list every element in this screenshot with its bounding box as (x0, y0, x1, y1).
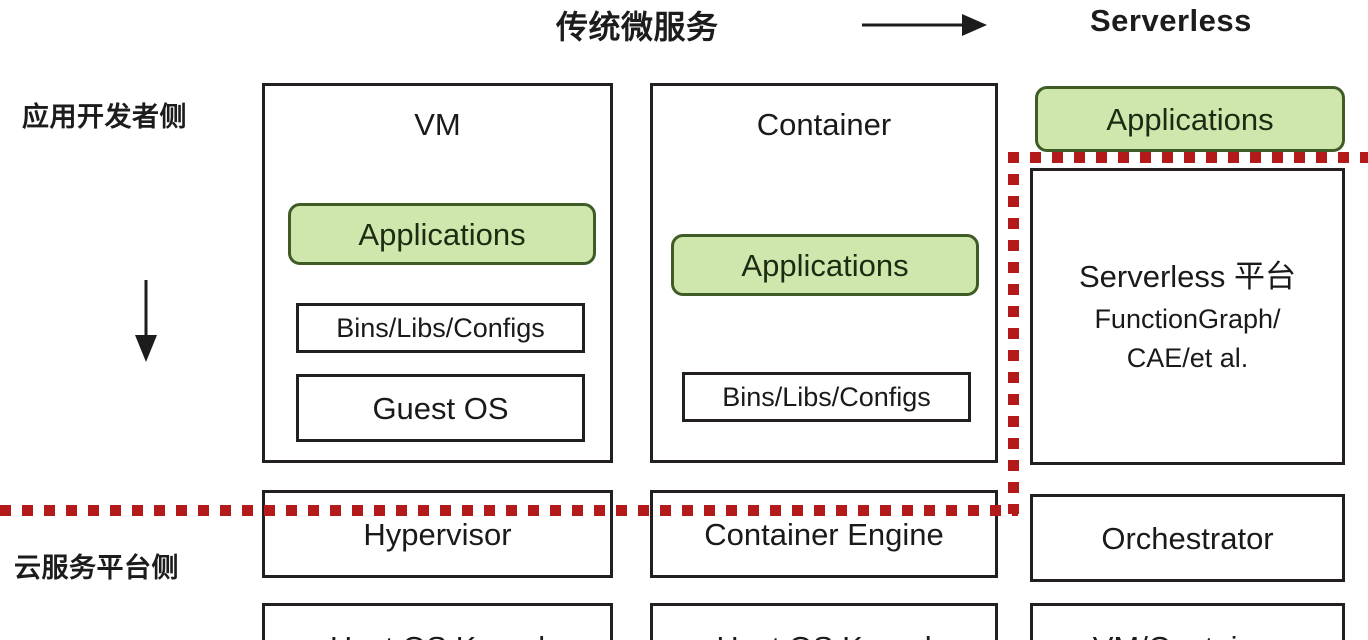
container-host-os-kernel-label: Host OS Kernel (716, 632, 931, 640)
vm-guest-os-label: Guest OS (372, 390, 509, 426)
vm-hypervisor-box: Hypervisor (262, 490, 613, 578)
container-bins-libs-configs-label: Bins/Libs/Configs (722, 381, 931, 412)
vm-applications-box[interactable]: Applications (288, 203, 596, 265)
container-engine-box: Container Engine (650, 490, 998, 578)
container-host-os-kernel-box: Host OS Kernel (650, 603, 998, 640)
container-engine-label: Container Engine (704, 516, 944, 552)
serverless-vm-container-box: VM/Container (1030, 603, 1345, 640)
arrow-right-icon (862, 10, 987, 40)
vm-host-os-kernel-box: Host OS Kernel (262, 603, 613, 640)
serverless-platform-sub-2: CAE/et al. (1126, 342, 1249, 373)
container-applications-box[interactable]: Applications (671, 234, 979, 296)
vm-hypervisor-label: Hypervisor (363, 516, 512, 552)
container-bins-libs-configs-box: Bins/Libs/Configs (682, 372, 971, 422)
diagram-canvas: 传统微服务 Serverless 应用开发者侧 云服务平台侧 VM Applic… (0, 0, 1368, 640)
serverless-orchestrator-label: Orchestrator (1101, 520, 1274, 556)
vm-title: VM (414, 107, 461, 142)
side-label-cloud-platform: 云服务平台侧 (14, 553, 179, 583)
boundary-dotted-line-upper (1008, 152, 1368, 163)
serverless-vm-container-label: VM/Container (1093, 632, 1283, 640)
boundary-dotted-line-vertical (1008, 152, 1019, 514)
serverless-orchestrator-box: Orchestrator (1030, 494, 1345, 582)
vm-bins-libs-configs-box: Bins/Libs/Configs (296, 303, 585, 353)
serverless-applications-label: Applications (1106, 101, 1274, 137)
side-label-app-developer: 应用开发者侧 (22, 102, 187, 132)
container-title: Container (756, 107, 892, 142)
arrow-down-icon (126, 280, 166, 362)
serverless-platform-box: Serverless 平台 FunctionGraph/ CAE/et al. (1030, 168, 1345, 465)
header-title-traditional-microservice: 传统微服务 (556, 9, 719, 45)
container-applications-label: Applications (741, 247, 909, 283)
vm-guest-os-box: Guest OS (296, 374, 585, 442)
header-title-serverless: Serverless (1090, 3, 1252, 38)
serverless-platform-title: Serverless 平台 (1078, 258, 1297, 294)
vm-bins-libs-configs-label: Bins/Libs/Configs (336, 312, 545, 343)
serverless-platform-sub-1: FunctionGraph/ (1094, 303, 1281, 334)
serverless-applications-box[interactable]: Applications (1035, 86, 1345, 152)
boundary-dotted-line-lower (0, 505, 1018, 516)
vm-host-os-kernel-label: Host OS Kernel (330, 632, 545, 640)
vm-applications-label: Applications (358, 216, 526, 252)
